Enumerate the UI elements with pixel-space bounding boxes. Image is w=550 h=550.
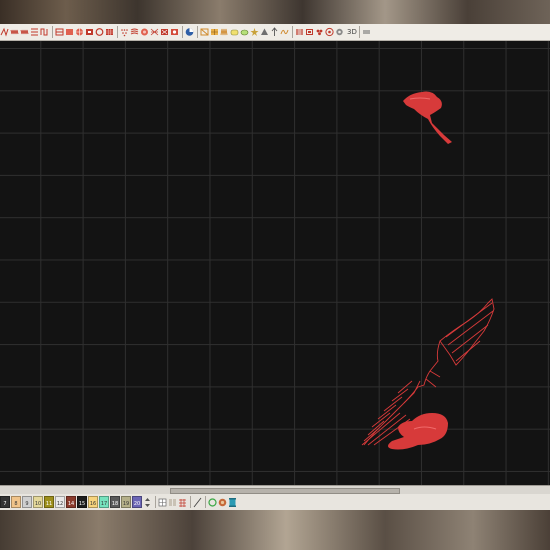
color-cycle-icon[interactable] <box>208 497 217 508</box>
palette-separator <box>190 496 191 508</box>
toolbar-separator <box>52 26 53 38</box>
bead-icon[interactable] <box>85 27 94 37</box>
toolbar-separator <box>197 26 198 38</box>
arrow-up-icon[interactable] <box>250 27 259 37</box>
toolbar-separator <box>358 26 360 38</box>
cog-icon[interactable] <box>335 27 344 37</box>
contour-fill-icon[interactable] <box>130 27 139 37</box>
embroidery-motif-bottom <box>388 413 448 450</box>
columns-view-icon[interactable] <box>168 497 177 508</box>
star-icon[interactable] <box>230 27 239 37</box>
thread-swatch[interactable]: 9 <box>22 496 32 508</box>
net-fill-icon[interactable] <box>150 27 159 37</box>
thread-swatch[interactable]: 11 <box>44 496 54 508</box>
thread-swatch[interactable]: 12 <box>55 496 65 508</box>
wave-fill-icon[interactable] <box>95 27 104 37</box>
thread-swatch[interactable]: 17 <box>99 496 109 508</box>
globe-icon[interactable] <box>218 497 227 508</box>
line-run-icon[interactable] <box>0 27 9 37</box>
thread-swatch[interactable]: 7 <box>0 496 10 508</box>
thread-swatch[interactable]: 16 <box>88 496 98 508</box>
toolbar-separator <box>292 26 293 38</box>
line-tool-icon[interactable] <box>193 497 202 508</box>
applique-icon[interactable] <box>305 27 314 37</box>
arrow-updown-icon[interactable] <box>143 497 152 508</box>
fill-stitch-icon[interactable] <box>30 27 39 37</box>
triangle-icon[interactable] <box>240 27 249 37</box>
toolbar-separator <box>117 26 118 38</box>
thread-swatch[interactable]: 18 <box>110 496 120 508</box>
wave-icon[interactable] <box>280 27 289 37</box>
palette-separator <box>155 496 156 508</box>
spiral-fill-icon[interactable] <box>120 27 129 37</box>
motif-fill-icon[interactable] <box>40 27 49 37</box>
lace-icon[interactable] <box>295 27 304 37</box>
fan-fill-icon[interactable] <box>260 27 269 37</box>
palette-icon[interactable] <box>325 27 334 37</box>
spool-icon[interactable] <box>228 497 237 508</box>
column-b-icon[interactable] <box>220 27 229 37</box>
embroidery-design <box>361 91 495 450</box>
background-photo-bottom <box>0 510 550 550</box>
thread-swatch[interactable]: 19 <box>121 496 131 508</box>
embroidery-motif-upper <box>403 91 452 144</box>
thread-swatch[interactable]: 8 <box>11 496 21 508</box>
grid-fill-icon[interactable] <box>75 27 84 37</box>
satin-column-icon[interactable] <box>20 27 29 37</box>
menu-icon[interactable] <box>362 27 371 37</box>
design-canvas[interactable] <box>0 41 550 485</box>
color-wheel-icon[interactable] <box>170 27 179 37</box>
palette-separator <box>205 496 206 508</box>
view-3d-button[interactable]: 3D <box>347 28 357 36</box>
grid-view-icon[interactable] <box>158 497 167 508</box>
radial-fill-icon[interactable] <box>105 27 114 37</box>
thread-palette-bar: 7 8 9 10 11 12 14 15 16 17 18 19 20 <box>0 494 550 511</box>
stitch-toolbar: 3D <box>0 24 550 41</box>
stitch-grid-icon[interactable] <box>178 497 187 508</box>
gradient-fill-icon[interactable] <box>200 27 209 37</box>
thread-swatch[interactable]: 20 <box>132 496 142 508</box>
thread-swatch[interactable]: 14 <box>66 496 76 508</box>
circle-icon[interactable] <box>65 27 74 37</box>
shape-fill-icon[interactable] <box>270 27 279 37</box>
background-photo-top <box>0 0 550 24</box>
thread-swatch[interactable]: 10 <box>33 496 43 508</box>
thread-swatch[interactable]: 15 <box>77 496 87 508</box>
column-a-icon[interactable] <box>210 27 219 37</box>
zigzag-run-icon[interactable] <box>10 27 19 37</box>
flower-icon[interactable] <box>315 27 324 37</box>
pattern-fill-icon[interactable] <box>160 27 169 37</box>
toolbar-separator <box>182 26 183 38</box>
cross-stitch-icon[interactable] <box>140 27 149 37</box>
hatch-fill-icon[interactable] <box>185 27 194 37</box>
ring-icon[interactable] <box>55 27 64 37</box>
